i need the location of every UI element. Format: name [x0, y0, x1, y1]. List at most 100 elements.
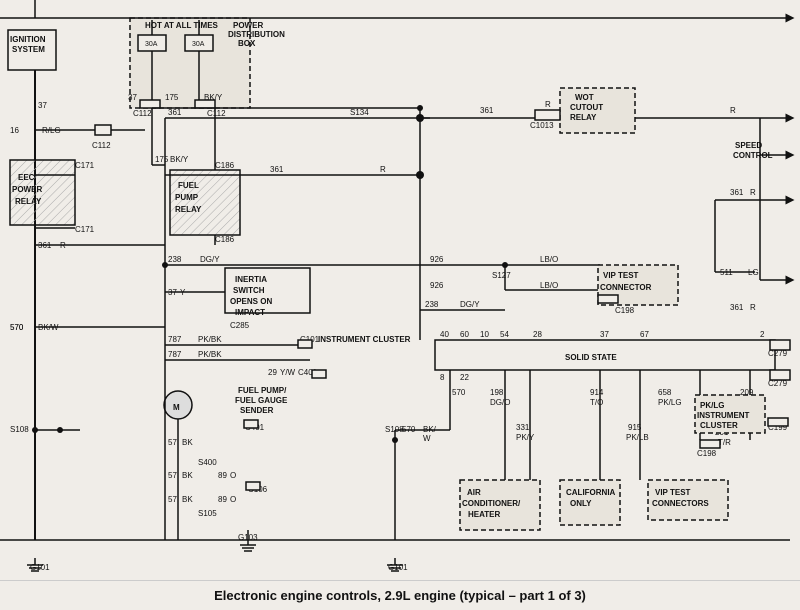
svg-text:787: 787 [168, 335, 182, 344]
svg-text:EEC: EEC [18, 173, 35, 182]
svg-text:PK/LG: PK/LG [658, 398, 682, 407]
svg-text:CONNECTORS: CONNECTORS [652, 499, 709, 508]
svg-text:915: 915 [628, 423, 642, 432]
svg-text:570: 570 [10, 323, 24, 332]
svg-text:HOT AT ALL TIMES: HOT AT ALL TIMES [145, 21, 219, 30]
svg-text:R: R [380, 165, 386, 174]
svg-text:C279: C279 [768, 349, 788, 358]
svg-text:SENDER: SENDER [240, 406, 274, 415]
svg-text:361: 361 [270, 165, 284, 174]
svg-text:PUMP: PUMP [175, 193, 199, 202]
svg-text:CONDITIONER/: CONDITIONER/ [462, 499, 521, 508]
svg-text:BK: BK [182, 438, 193, 447]
svg-text:RELAY: RELAY [570, 113, 597, 122]
svg-text:AIR: AIR [467, 488, 481, 497]
svg-text:DG/O: DG/O [490, 398, 510, 407]
svg-text:VIP TEST: VIP TEST [603, 271, 639, 280]
svg-text:S108: S108 [10, 425, 29, 434]
svg-text:OPENS ON: OPENS ON [230, 297, 272, 306]
svg-text:SWITCH: SWITCH [233, 286, 265, 295]
svg-text:CLUSTER: CLUSTER [700, 421, 738, 430]
svg-text:PK/LB: PK/LB [626, 433, 649, 442]
svg-text:INSTRUMENT: INSTRUMENT [697, 411, 750, 420]
svg-text:PK/LG: PK/LG [700, 401, 724, 410]
svg-text:R: R [545, 100, 551, 109]
svg-text:PK/Y: PK/Y [516, 433, 535, 442]
svg-text:BOX: BOX [238, 39, 256, 48]
svg-text:SOLID STATE: SOLID STATE [565, 353, 617, 362]
svg-text:PK/BK: PK/BK [198, 350, 222, 359]
svg-text:60: 60 [460, 330, 469, 339]
svg-text:926: 926 [430, 281, 444, 290]
svg-text:RELAY: RELAY [175, 205, 202, 214]
svg-text:C112: C112 [207, 109, 226, 118]
svg-text:37: 37 [38, 101, 47, 110]
svg-text:W: W [423, 434, 431, 443]
svg-text:57: 57 [168, 471, 177, 480]
svg-text:37: 37 [600, 330, 609, 339]
svg-text:CUTOUT: CUTOUT [570, 103, 603, 112]
svg-text:361: 361 [480, 106, 494, 115]
svg-text:IGNITION: IGNITION [10, 35, 46, 44]
svg-text:BK: BK [182, 471, 193, 480]
svg-text:30A: 30A [145, 41, 158, 48]
svg-text:22: 22 [460, 373, 469, 382]
svg-text:28: 28 [533, 330, 542, 339]
caption-bar: Electronic engine controls, 2.9L engine … [0, 580, 800, 610]
svg-text:CALIFORNIA: CALIFORNIA [566, 488, 616, 497]
svg-text:VIP TEST: VIP TEST [655, 488, 691, 497]
svg-text:S105: S105 [198, 509, 217, 518]
svg-text:S134: S134 [350, 108, 369, 117]
svg-text:37: 37 [128, 93, 137, 102]
svg-text:C198: C198 [697, 449, 717, 458]
svg-text:175: 175 [165, 93, 179, 102]
svg-text:BK/Y: BK/Y [170, 155, 189, 164]
svg-text:HEATER: HEATER [468, 510, 501, 519]
svg-text:926: 926 [430, 255, 444, 264]
diagram-caption: Electronic engine controls, 2.9L engine … [214, 588, 586, 603]
svg-text:C285: C285 [230, 321, 250, 330]
svg-text:T/O: T/O [590, 398, 603, 407]
svg-text:C171: C171 [75, 225, 95, 234]
svg-text:570: 570 [452, 388, 466, 397]
svg-text:16: 16 [10, 126, 19, 135]
svg-text:IMPACT: IMPACT [235, 308, 265, 317]
svg-text:361: 361 [168, 108, 182, 117]
svg-text:10: 10 [480, 330, 489, 339]
svg-text:C1013: C1013 [530, 121, 554, 130]
svg-text:M: M [173, 403, 180, 412]
svg-text:SPEED: SPEED [735, 141, 762, 150]
svg-text:FUEL: FUEL [178, 181, 199, 190]
svg-text:ONLY: ONLY [570, 499, 592, 508]
svg-text:INSTRUMENT CLUSTER: INSTRUMENT CLUSTER [318, 335, 411, 344]
svg-text:361: 361 [730, 188, 744, 197]
svg-text:O: O [230, 471, 236, 480]
svg-text:175: 175 [155, 155, 169, 164]
svg-text:S400: S400 [198, 458, 217, 467]
svg-text:57: 57 [168, 438, 177, 447]
svg-text:PK/BK: PK/BK [198, 335, 222, 344]
svg-text:LB/O: LB/O [540, 255, 558, 264]
svg-text:CONNECTOR: CONNECTOR [600, 283, 652, 292]
svg-text:FUEL GAUGE: FUEL GAUGE [235, 396, 288, 405]
svg-text:67: 67 [640, 330, 649, 339]
svg-text:8: 8 [440, 373, 445, 382]
svg-text:INERTIA: INERTIA [235, 275, 267, 284]
svg-text:57: 57 [168, 495, 177, 504]
svg-text:C112: C112 [92, 141, 111, 150]
svg-text:658: 658 [658, 388, 672, 397]
svg-text:Y/W: Y/W [280, 368, 296, 377]
svg-text:914: 914 [590, 388, 604, 397]
svg-text:C112: C112 [133, 109, 152, 118]
svg-text:89: 89 [218, 495, 227, 504]
svg-text:361: 361 [730, 303, 744, 312]
svg-text:238: 238 [168, 255, 182, 264]
svg-text:DISTRIBUTION: DISTRIBUTION [228, 30, 285, 39]
svg-text:331: 331 [516, 423, 530, 432]
svg-text:RELAY: RELAY [15, 197, 42, 206]
svg-text:LB/O: LB/O [540, 281, 558, 290]
svg-text:787: 787 [168, 350, 182, 359]
svg-text:WOT: WOT [575, 93, 594, 102]
svg-text:T/R: T/R [718, 438, 731, 447]
svg-text:2: 2 [760, 330, 765, 339]
